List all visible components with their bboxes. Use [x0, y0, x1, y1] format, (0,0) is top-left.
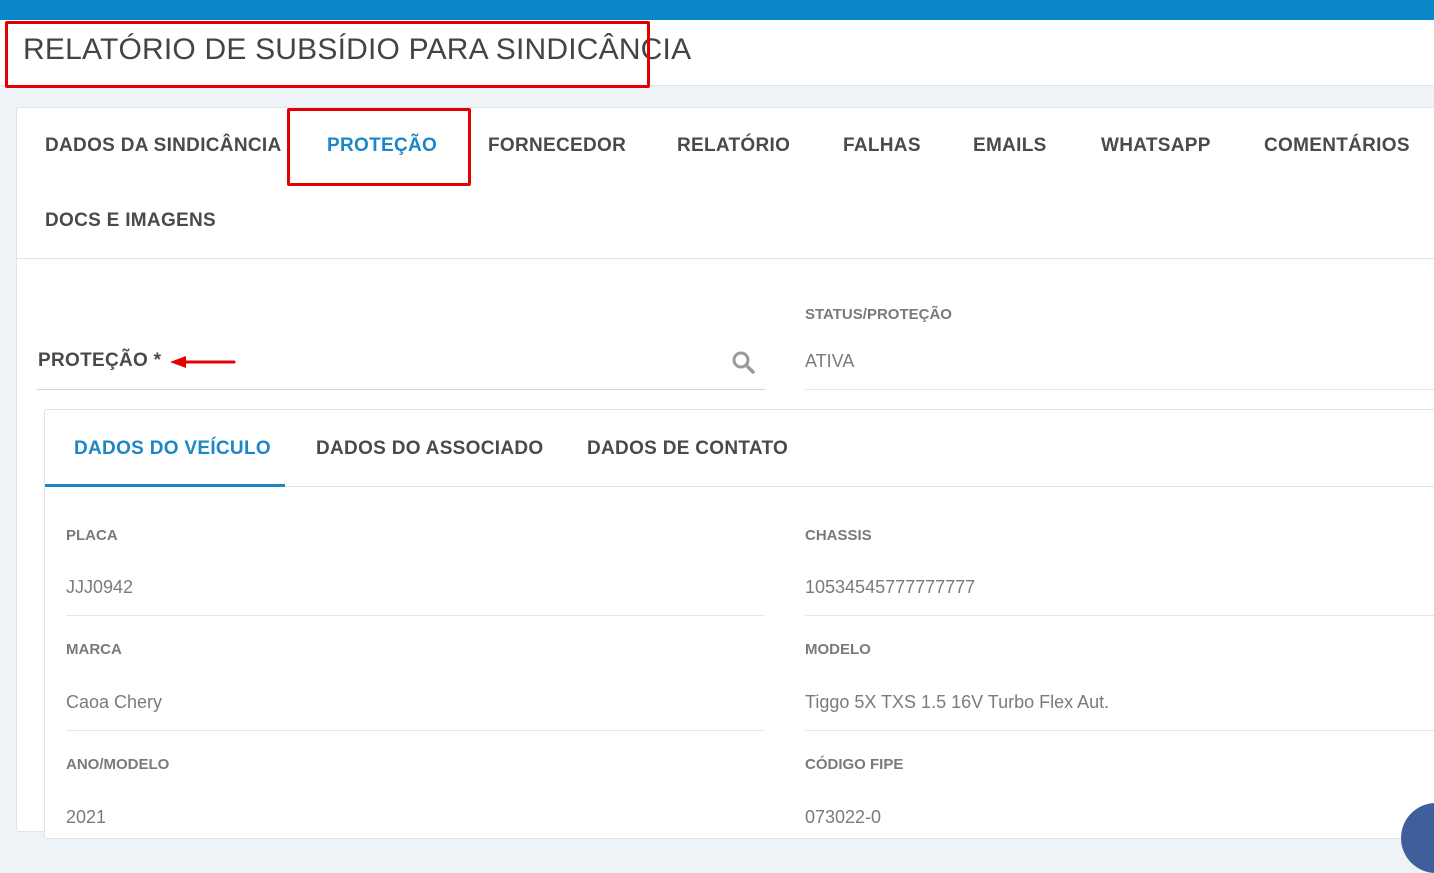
tab-fornecedor[interactable]: FORNECEDOR [488, 135, 626, 157]
codigo-fipe-value: 073022-0 [805, 807, 882, 827]
tab-whatsapp[interactable]: WHATSAPP [1101, 135, 1211, 157]
placa-underline [66, 615, 765, 616]
modelo-underline [805, 730, 1434, 731]
tab-falhas[interactable]: FALHAS [843, 135, 921, 157]
ano-modelo-value: 2021 [66, 807, 107, 827]
marca-value: Caoa Chery [66, 692, 163, 712]
status-underline [805, 389, 1434, 390]
ano-modelo-label: ANO/MODELO [66, 756, 170, 773]
chassis-value: 10534545777777777 [805, 577, 976, 597]
chassis-label: CHASSIS [805, 527, 872, 544]
search-icon[interactable] [731, 350, 755, 374]
tab-dados-de-contato[interactable]: DADOS DE CONTATO [587, 438, 788, 460]
tab-docs-e-imagens[interactable]: DOCS E IMAGENS [45, 210, 216, 232]
modelo-value: Tiggo 5X TXS 1.5 16V Turbo Flex Aut. [805, 692, 1110, 712]
active-tab-underline [45, 484, 285, 487]
status-protecao-value: ATIVA [805, 351, 855, 371]
tab-relatorio[interactable]: RELATÓRIO [677, 135, 790, 157]
page-title: RELATÓRIO DE SUBSÍDIO PARA SINDICÂNCIA [23, 33, 692, 66]
protecao-label: PROTEÇÃO * [38, 350, 162, 371]
vehicle-card: DADOS DO VEÍCULO DADOS DO ASSOCIADO DADO… [44, 409, 1434, 839]
modelo-label: MODELO [805, 641, 871, 658]
main-tabs: DADOS DA SINDICÂNCIA PROTEÇÃO FORNECEDOR… [17, 108, 1434, 259]
tab-dados-do-associado[interactable]: DADOS DO ASSOCIADO [316, 438, 543, 460]
tab-protecao[interactable]: PROTEÇÃO [327, 135, 437, 157]
tab-dados-da-sindicancia[interactable]: DADOS DA SINDICÂNCIA [45, 135, 281, 157]
codigo-fipe-label: CÓDIGO FIPE [805, 756, 904, 773]
marca-underline [66, 730, 765, 731]
tab-dados-do-veiculo[interactable]: DADOS DO VEÍCULO [74, 438, 271, 460]
placa-label: PLACA [66, 527, 118, 544]
top-bar [0, 0, 1434, 20]
chassis-underline [805, 615, 1434, 616]
tab-comentarios[interactable]: COMENTÁRIOS [1264, 135, 1410, 157]
marca-label: MARCA [66, 641, 122, 658]
status-protecao-label: STATUS/PROTEÇÃO [805, 306, 952, 323]
placa-value: JJJ0942 [66, 577, 134, 597]
inner-tabs: DADOS DO VEÍCULO DADOS DO ASSOCIADO DADO… [45, 410, 1434, 487]
tab-emails[interactable]: EMAILS [973, 135, 1047, 157]
red-arrow-icon [170, 356, 236, 368]
